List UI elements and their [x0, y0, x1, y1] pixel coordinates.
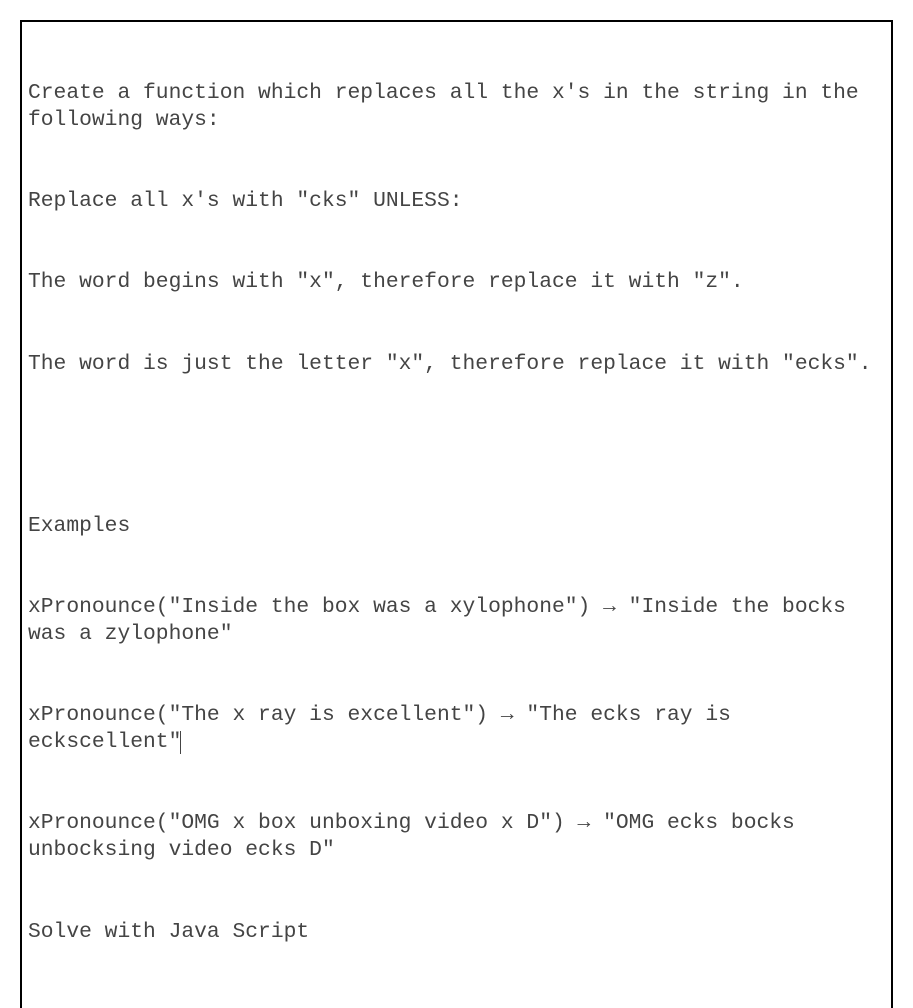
- desc-line-4: The word is just the letter "x", therefo…: [28, 351, 885, 378]
- blank-line: [28, 432, 885, 459]
- desc-line-3: The word begins with "x", therefore repl…: [28, 269, 885, 296]
- footer-line: Solve with Java Script: [28, 919, 885, 946]
- problem-textarea[interactable]: Create a function which replaces all the…: [20, 20, 893, 1008]
- examples-heading: Examples: [28, 513, 885, 540]
- desc-line-1: Create a function which replaces all the…: [28, 80, 885, 134]
- example-1: xPronounce("Inside the box was a xylopho…: [28, 594, 885, 648]
- example-2-text: xPronounce("The x ray is excellent") → "…: [28, 703, 744, 754]
- desc-line-2: Replace all x's with "cks" UNLESS:: [28, 188, 885, 215]
- text-cursor: [180, 731, 181, 754]
- example-2: xPronounce("The x ray is excellent") → "…: [28, 702, 885, 756]
- example-3: xPronounce("OMG x box unboxing video x D…: [28, 810, 885, 864]
